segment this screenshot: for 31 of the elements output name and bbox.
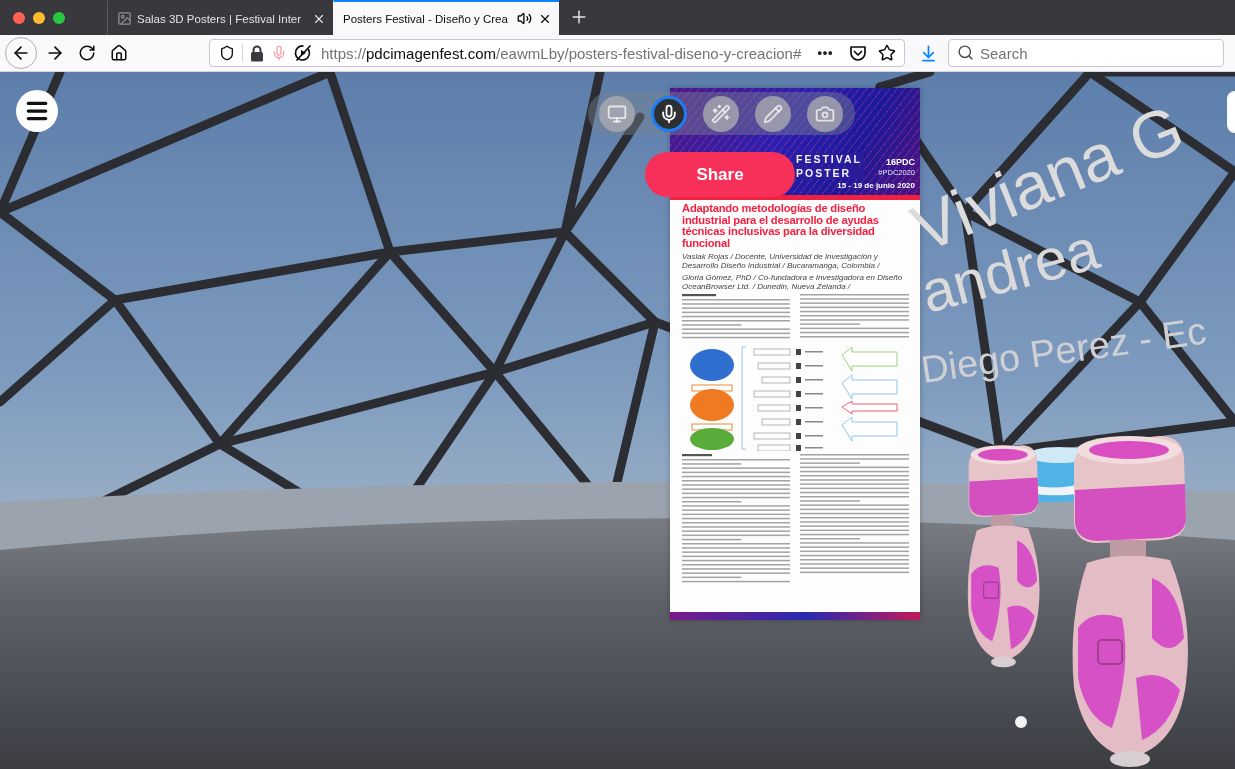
back-button[interactable] xyxy=(5,37,37,69)
address-bar[interactable]: https://pdcimagenfest.com/eawmLby/posters-festival-diseno-y-creacion# xyxy=(209,39,905,67)
side-button[interactable] xyxy=(1227,91,1235,133)
poster-header-title: POSTER xyxy=(794,167,864,179)
window-zoom-button[interactable] xyxy=(53,11,65,24)
pencil-icon xyxy=(763,103,783,124)
image-icon xyxy=(117,11,132,26)
play-slash-icon[interactable] xyxy=(294,44,312,62)
poster-author-text: Vaslak Rojas / Docente, Universidad de Investigación y Desarrollo Diseño Industrial / Bucaramanga, Colombia / xyxy=(682,252,881,271)
home-icon xyxy=(110,44,128,62)
browser-tab[interactable]: Posters Festival - Diseño y Crea xyxy=(333,0,559,35)
chevron-pouch-icon[interactable] xyxy=(849,44,867,62)
camera-icon xyxy=(815,103,835,124)
lock-icon[interactable] xyxy=(250,44,264,62)
microphone-icon xyxy=(659,103,679,124)
shield-icon[interactable] xyxy=(219,45,235,61)
url-text[interactable]: https://pdcimagenfest.com/eawmLby/posters-festival-diseno-y-creacion# xyxy=(321,44,802,62)
window-minimize-button[interactable] xyxy=(33,11,45,24)
star-icon[interactable] xyxy=(878,44,896,62)
window-close-button[interactable] xyxy=(13,11,25,24)
share-button[interactable]: Share xyxy=(645,152,795,197)
speaker-icon[interactable] xyxy=(517,11,532,26)
poster-header-title: FESTIVAL xyxy=(794,153,864,165)
reload-icon xyxy=(78,44,96,62)
search-icon xyxy=(957,44,974,61)
search-field[interactable]: Search xyxy=(948,39,1224,67)
poster-author-text: Gloria Gómez, PhD / Co-fundadora e Investigadora en Diseño OceanBrowser Ltd. / Dunedin, Nueva Zelanda / xyxy=(682,273,904,292)
magic-wand-icon xyxy=(711,103,731,124)
monitor-icon xyxy=(607,103,627,124)
name-tag-label: Diego Perez - Ec xyxy=(918,311,1209,389)
poster-title: Adaptando metodologías de diseño industrial para el desarrollo de ayudas técnicas inclusivas para la diversidad funcional xyxy=(682,203,880,250)
